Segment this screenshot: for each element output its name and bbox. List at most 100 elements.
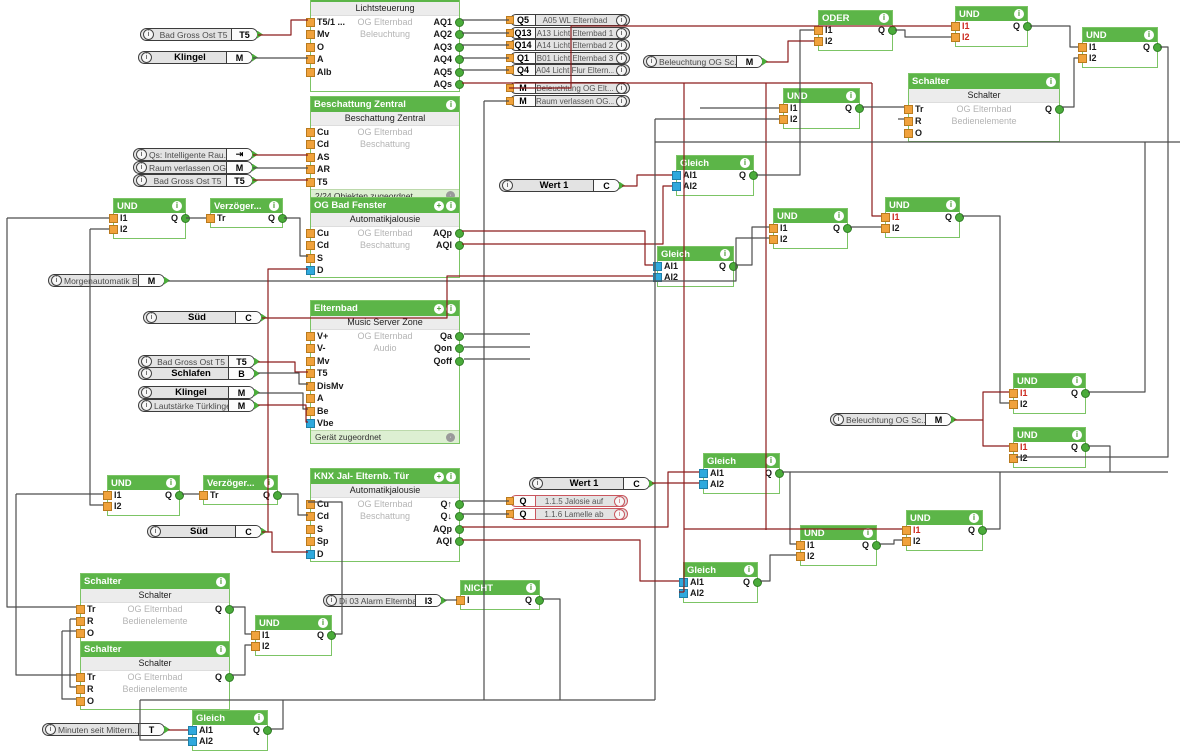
block-header[interactable]: UND i (801, 526, 876, 540)
wire[interactable] (954, 391, 1009, 421)
output-port-Qon[interactable] (455, 344, 464, 354)
output-port-AQ4[interactable] (455, 55, 464, 65)
assignment-icon[interactable]: · (446, 432, 455, 442)
wire[interactable] (462, 230, 653, 266)
input-port-Cu[interactable] (306, 127, 315, 137)
info-icon[interactable]: i (141, 356, 152, 367)
input-port-T5/1 ...[interactable] (306, 17, 315, 27)
block-und-b2[interactable]: UND i I1 I2 Q (251, 615, 336, 656)
info-icon[interactable]: i (216, 644, 226, 655)
block-verzoegerung-a[interactable]: Verzöger... i Tr Q (206, 198, 287, 228)
input-port-AI2[interactable] (653, 273, 662, 282)
input-port-R[interactable] (76, 616, 85, 626)
info-icon[interactable]: i (614, 495, 625, 507)
input-port-I2[interactable] (109, 225, 118, 234)
tag-qs-intelligente[interactable]: i Qs: Intelligente Rau... ⇥ (133, 148, 258, 161)
info-icon[interactable]: i (720, 249, 730, 259)
block-und-right-2[interactable]: UND i I1 I2 Q (1009, 427, 1090, 468)
otag-q1[interactable]: Q1 B01 Licht Elternbad 3i (506, 52, 630, 64)
input-port-I2[interactable] (251, 642, 260, 651)
wire[interactable] (15, 494, 76, 676)
block-header[interactable]: UND i (1014, 428, 1085, 442)
input-port-I1[interactable] (814, 26, 823, 35)
input-port-O[interactable] (76, 696, 85, 706)
input-port-Cd[interactable] (306, 140, 315, 150)
output-port-AQl[interactable] (455, 241, 464, 251)
info-icon[interactable]: i (51, 275, 62, 286)
input-port-O[interactable] (306, 42, 315, 52)
tag-raum-verlassen[interactable]: i Raum verlassen OG... M (133, 161, 258, 174)
wire[interactable] (871, 83, 881, 217)
output-port-Q[interactable] (1081, 389, 1090, 398)
input-port-AI1[interactable] (653, 262, 662, 271)
input-port-Vbe[interactable] (306, 419, 315, 429)
block-header[interactable]: Schalter i (81, 574, 229, 589)
info-icon[interactable]: i (141, 387, 152, 398)
output-port-Q[interactable] (225, 672, 234, 682)
block-header[interactable]: Elternbad + i (311, 301, 459, 316)
block-gleich-5[interactable]: Gleich i AI1 AI2 Q (188, 710, 272, 751)
input-port-Be[interactable] (306, 406, 315, 416)
input-port-V-[interactable] (306, 344, 315, 354)
input-port-I1[interactable] (902, 526, 911, 535)
block-und-mid-1[interactable]: UND i I1 I2 Q (779, 88, 864, 129)
wire[interactable] (1030, 25, 1078, 48)
tag-wert1-a[interactable]: i Wert 1 C (499, 179, 625, 192)
block-und-top-right-1[interactable]: UND i I1 I2 Q (951, 6, 1032, 47)
block-elternbad[interactable]: Elternbad + i Music Server Zone OG Elternbad… (306, 300, 464, 444)
output-port-AQ1[interactable] (455, 17, 464, 27)
input-port-AI1[interactable] (699, 469, 708, 478)
block-knx-jal-elternb-tuer[interactable]: KNX Jal- Elternb. Tür + i Automatikjalousie… (306, 468, 464, 562)
input-port-I2[interactable] (796, 552, 805, 561)
block-header[interactable]: OG Bad Fenster + i (311, 198, 459, 213)
output-port-Q[interactable] (1023, 22, 1032, 31)
input-port-D[interactable] (306, 549, 315, 559)
block-header[interactable]: Beschattung Zentral i (311, 97, 459, 112)
wire[interactable] (736, 226, 769, 266)
input-port-I2[interactable] (1078, 54, 1087, 63)
input-port-I1[interactable] (796, 541, 805, 550)
info-icon[interactable]: i (846, 91, 856, 101)
info-icon[interactable]: i (136, 162, 147, 173)
info-icon[interactable]: i (646, 56, 657, 67)
input-port-I2[interactable] (902, 537, 911, 546)
block-und-b1[interactable]: UND i I1 I2 Q (103, 475, 184, 516)
input-port-I1[interactable] (881, 213, 890, 222)
output-port-AQl[interactable] (455, 537, 464, 547)
info-icon[interactable]: i (446, 99, 456, 110)
block-header[interactable]: UND i (256, 616, 331, 630)
output-port-Q[interactable] (1153, 43, 1162, 52)
tag-beleuchtung-sc-1[interactable]: i Beleuchtung OG Sc... M (643, 55, 768, 68)
input-port-I2[interactable] (769, 235, 778, 244)
block-header[interactable]: Schalter i (909, 74, 1059, 89)
input-port-Mv[interactable] (306, 356, 315, 366)
input-port-AI1[interactable] (679, 578, 688, 587)
block-header[interactable]: UND i (907, 511, 982, 525)
block-und-right-1[interactable]: UND i I1 I2 Q (1009, 373, 1090, 414)
output-port-Q[interactable] (225, 604, 234, 614)
tag-di03-alarm[interactable]: i Di 03 Alarm Elternbad I3 (323, 594, 447, 607)
info-icon[interactable]: i (616, 52, 627, 64)
tag-wert1-b[interactable]: i Wert 1 C (529, 477, 655, 490)
input-port-AR[interactable] (306, 165, 315, 175)
info-icon[interactable]: i (254, 713, 264, 723)
input-port-T5[interactable] (306, 177, 315, 187)
info-icon[interactable]: i (141, 368, 152, 379)
input-port-Cu[interactable] (306, 499, 315, 509)
block-und-right-3[interactable]: UND i I1 I2 Q (796, 525, 881, 566)
block-gleich-1[interactable]: Gleich i AI1 AI2 Q (672, 155, 758, 196)
info-icon[interactable]: i (146, 312, 157, 323)
info-icon[interactable]: i (766, 456, 776, 466)
output-port-Qa[interactable] (455, 331, 464, 341)
block-header[interactable]: NICHT i (461, 581, 539, 595)
info-icon[interactable]: i (616, 14, 627, 26)
info-icon[interactable]: i (532, 478, 543, 489)
input-port-T5[interactable] (306, 369, 315, 379)
block-header[interactable]: KNX Jal- Elternb. Tür + i (311, 469, 459, 484)
input-port-Sp[interactable] (306, 537, 315, 547)
block-gleich-2[interactable]: Gleich i AI1 AI2 Q (653, 246, 738, 287)
block-und-mid-3[interactable]: UND i I1 I2 Q (881, 197, 964, 238)
block-header[interactable]: UND i (114, 199, 185, 213)
block-header[interactable]: UND i (956, 7, 1027, 21)
wire[interactable] (270, 700, 284, 730)
